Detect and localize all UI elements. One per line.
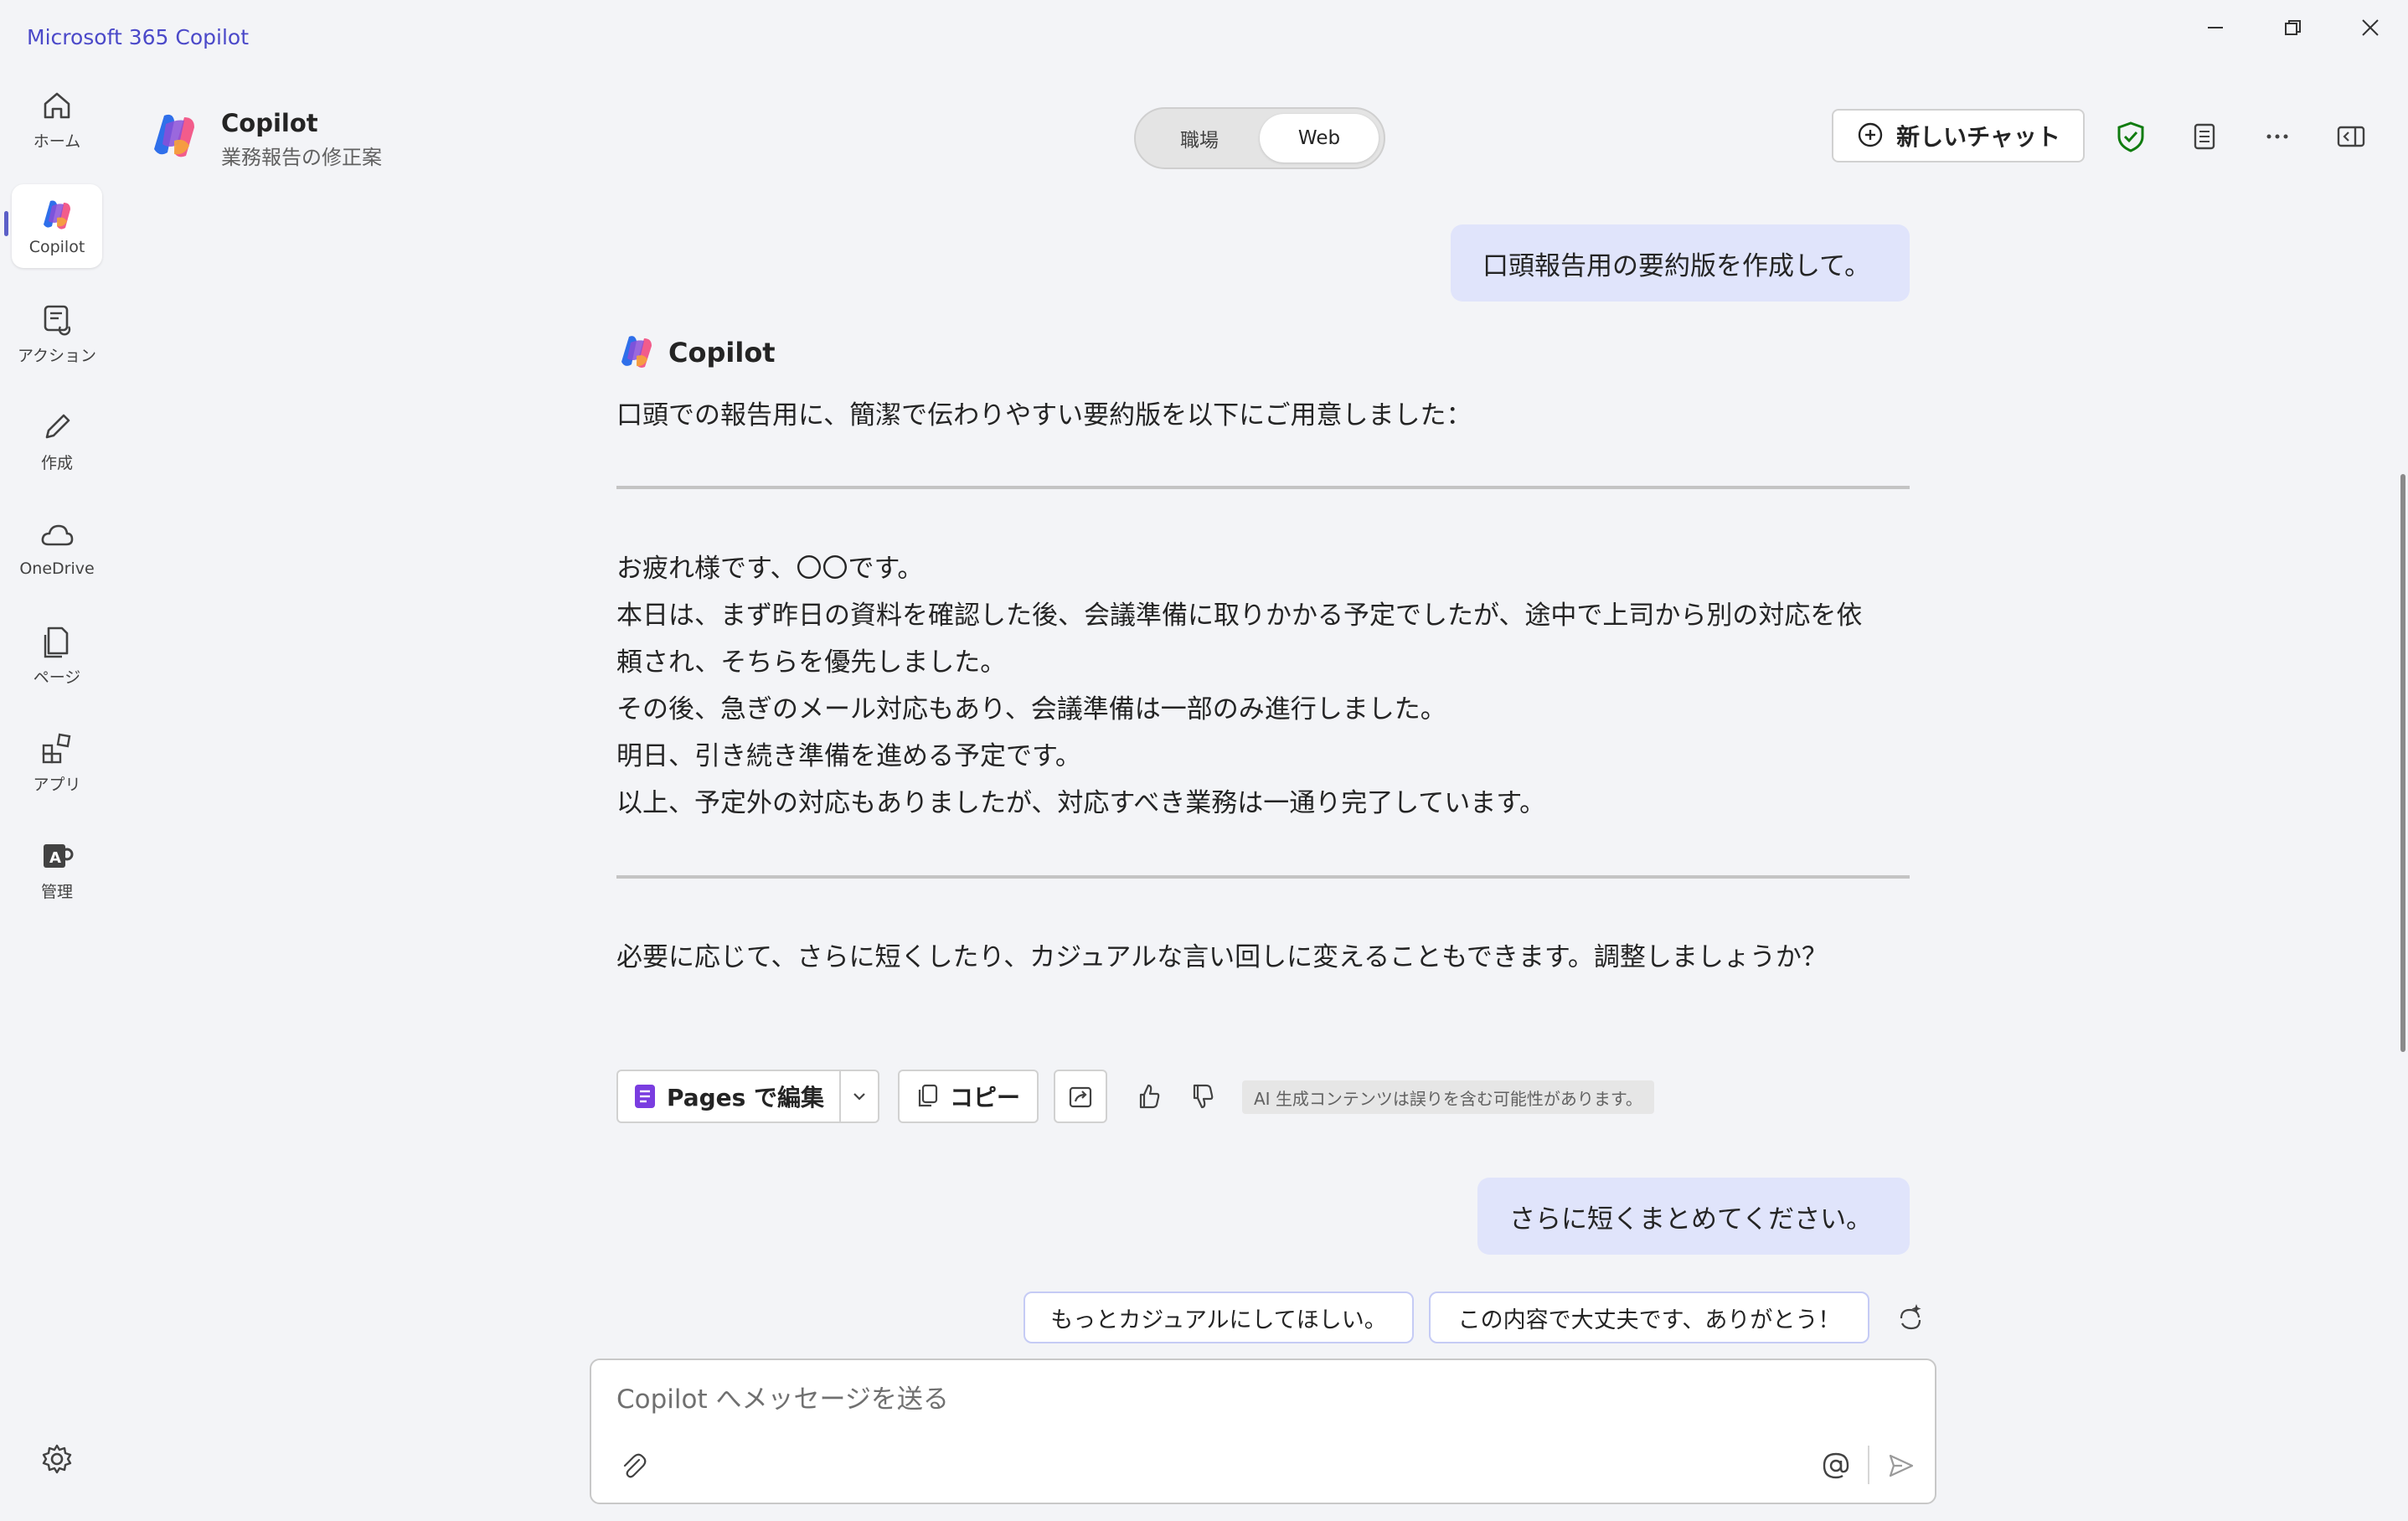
cloud-icon [41,524,74,546]
summary-line: お疲れ様です、〇〇です。 [616,554,924,584]
new-chat-button[interactable]: 新しいチャット [1832,109,2085,162]
summary-line: 明日、引き続き準備を進める予定です。 [616,741,1081,771]
toggle-work[interactable]: 職場 [1141,114,1258,162]
attach-button[interactable] [615,1447,652,1484]
conversation-title: 業務報告の修正案 [221,146,382,169]
more-icon [2266,134,2288,139]
message-composer [590,1359,1936,1504]
copy-icon [918,1084,938,1107]
app-title: Microsoft 365 Copilot [27,25,249,49]
suggestion-chip[interactable]: もっとカジュアルにしてほしい。 [1024,1292,1414,1343]
summary-line: 頼され、そちらを優先しました。 [616,647,1007,678]
divider [1868,1446,1869,1484]
home-icon [44,92,70,118]
side-panel-button[interactable] [2330,116,2372,157]
sidebar-item-label: OneDrive [19,559,95,578]
like-button[interactable] [1127,1075,1169,1117]
summary-line: 本日は、まず昨日の資料を確認した後、会議準備に取りかかる予定でしたが、途中で上司… [616,601,1863,631]
send-icon [1889,1454,1914,1477]
thumbs-down-icon [1193,1084,1214,1109]
thumbs-up-icon [1139,1084,1160,1109]
more-suggestions-button[interactable] [1890,1297,1931,1338]
copilot-logo-icon [154,114,194,157]
sidebar-item-label: アプリ [33,775,81,794]
work-web-toggle[interactable]: 職場 Web [1134,107,1385,169]
copilot-icon [44,200,70,229]
notes-button[interactable] [2184,116,2225,157]
sidebar-item-home[interactable]: ホーム [12,77,102,161]
pages-app-icon [634,1085,655,1108]
new-chat-label: 新しいチャット [1896,123,2060,151]
copilot-name: Copilot [668,337,776,369]
share-icon [1069,1086,1092,1108]
sidebar-item-copilot[interactable]: Copilot [12,184,102,268]
sidebar-item-create[interactable]: 作成 [12,399,102,482]
sidebar-item-label: ホーム [33,131,81,151]
sidebar-item-actions[interactable]: アクション [12,291,102,375]
pages-icon [44,626,69,657]
chevron-down-icon [853,1093,865,1101]
apps-icon [42,733,71,763]
sidebar-item-admin[interactable]: A 管理 [12,828,102,911]
user-message: さらに短くまとめてください。 [1477,1178,1910,1255]
minimize-button[interactable] [2190,8,2240,47]
add-chat-icon [1858,122,1883,147]
copilot-avatar-icon [621,336,652,368]
restore-button[interactable] [2268,8,2318,47]
close-button[interactable] [2345,8,2395,47]
sidebar-item-label: 管理 [40,882,73,901]
dislike-button[interactable] [1181,1075,1223,1117]
edit-in-pages-button[interactable]: Pages で編集 [616,1070,841,1123]
copy-button[interactable]: コピー [898,1070,1039,1123]
sidebar-item-onedrive[interactable]: OneDrive [12,506,102,590]
suggestion-chip[interactable]: この内容で大丈夫です、ありがとう！ [1429,1292,1869,1343]
panel-icon [2337,126,2365,147]
response-intro: 口頭での報告用に、簡潔で伝わりやすい要約版を以下にご用意しました： [616,400,1472,431]
mention-button[interactable] [1816,1446,1856,1486]
summary-line: 以上、予定外の対応もありましたが、対応すべき業務は一通り完了しています。 [616,788,1546,818]
pages-dropdown-button[interactable] [839,1070,879,1123]
active-indicator [4,211,8,236]
page-title: Copilot [221,109,318,137]
sidebar-item-apps[interactable]: アプリ [12,720,102,804]
at-sign-icon [1823,1452,1849,1479]
sidebar-item-pages[interactable]: ページ [12,613,102,697]
protection-button[interactable] [2110,116,2152,157]
pen-icon [45,414,70,438]
toggle-web[interactable]: Web [1260,114,1379,162]
response-followup: 必要に応じて、さらに短くしたり、カジュアルな言い回しに変えることもできます。調整… [616,942,1828,972]
paperclip-icon [623,1453,647,1478]
summary-line: その後、急ぎのメール対応もあり、会議準備は一部のみ進行しました。 [616,694,1446,724]
admin-icon: A [44,843,74,868]
divider [616,486,1910,489]
send-button[interactable] [1881,1446,1921,1486]
close-icon [2362,19,2379,36]
sidebar-item-label: 作成 [40,453,73,472]
copy-label: コピー [949,1084,1020,1111]
divider [616,875,1910,879]
sidebar: ホーム Copilot アクション 作成 OneDrive ページ アプリ A … [0,67,114,1521]
restore-icon [2285,20,2301,35]
share-button[interactable] [1054,1070,1107,1123]
more-options-button[interactable] [2256,116,2298,157]
sidebar-item-label: ページ [33,668,81,687]
message-input[interactable] [616,1379,1789,1420]
actions-icon [44,305,71,335]
document-icon [2194,123,2215,150]
sidebar-item-label: アクション [17,346,97,365]
sparkle-refresh-icon [1900,1304,1921,1330]
shield-check-icon [2117,121,2144,152]
svg-text:A: A [49,849,61,867]
user-message: 口頭報告用の要約版を作成して。 [1451,224,1910,302]
minimize-icon [2208,27,2223,28]
title-bar: Microsoft 365 Copilot [0,0,2408,67]
settings-button[interactable] [32,1434,82,1484]
main-area: Copilot 業務報告の修正案 職場 Web 新しいチャット 口頭報告用の要約… [114,67,2408,1521]
ai-disclaimer: AI 生成コンテンツは誤りを含む可能性があります。 [1242,1080,1654,1114]
edit-in-pages-label: Pages で編集 [666,1084,825,1111]
gear-icon [42,1444,72,1474]
sidebar-item-label: Copilot [28,238,85,256]
scrollbar-thumb[interactable] [2400,474,2405,1052]
